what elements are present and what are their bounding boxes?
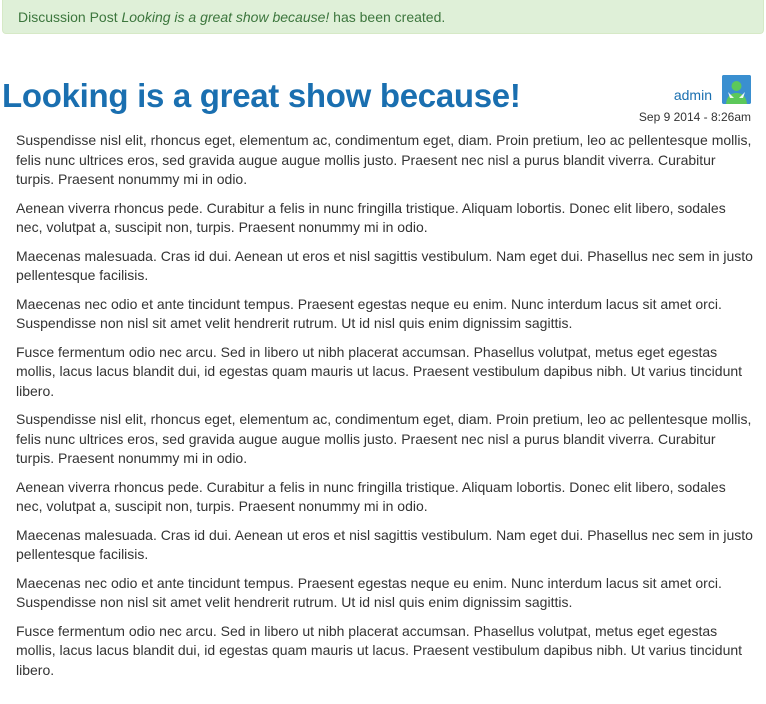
post-date: Sep 9 2014 - 8:26am bbox=[638, 110, 751, 124]
body-paragraph: Aenean viverra rhoncus pede. Curabitur a… bbox=[16, 478, 726, 515]
body-paragraph: Aenean viverra rhoncus pede. Curabitur a… bbox=[16, 199, 726, 236]
post-title: Looking is a great show because! bbox=[2, 77, 521, 114]
body-paragraph: Fusce fermentum odio nec arcu. Sed in li… bbox=[16, 343, 743, 399]
body-paragraph: Maecenas malesuada. Cras id dui. Aenean … bbox=[16, 247, 753, 284]
author-link[interactable]: admin bbox=[674, 86, 712, 104]
body-paragraph: Maecenas malesuada. Cras id dui. Aenean … bbox=[16, 526, 753, 563]
alert-post-title: Looking is a great show because! bbox=[121, 9, 330, 25]
alert-prefix: Discussion Post bbox=[18, 9, 122, 25]
body-paragraph: Fusce fermentum odio nec arcu. Sed in li… bbox=[16, 622, 743, 678]
alert-suffix: has been created. bbox=[329, 9, 446, 25]
page: Discussion Post Looking is a great show … bbox=[0, 0, 766, 704]
body-paragraph: Maecenas nec odio et ante tincidunt temp… bbox=[16, 295, 722, 332]
body-paragraph: Suspendisse nisl elit, rhoncus eget, ele… bbox=[16, 132, 752, 187]
success-alert: Discussion Post Looking is a great show … bbox=[2, 0, 764, 34]
body-paragraph: Suspendisse nisl elit, rhoncus eget, ele… bbox=[16, 411, 752, 466]
body-paragraph: Maecenas nec odio et ante tincidunt temp… bbox=[16, 574, 722, 611]
post-body: Suspendisse nisl elit, rhoncus eget, ele… bbox=[16, 131, 756, 689]
user-avatar-icon[interactable] bbox=[722, 75, 751, 104]
